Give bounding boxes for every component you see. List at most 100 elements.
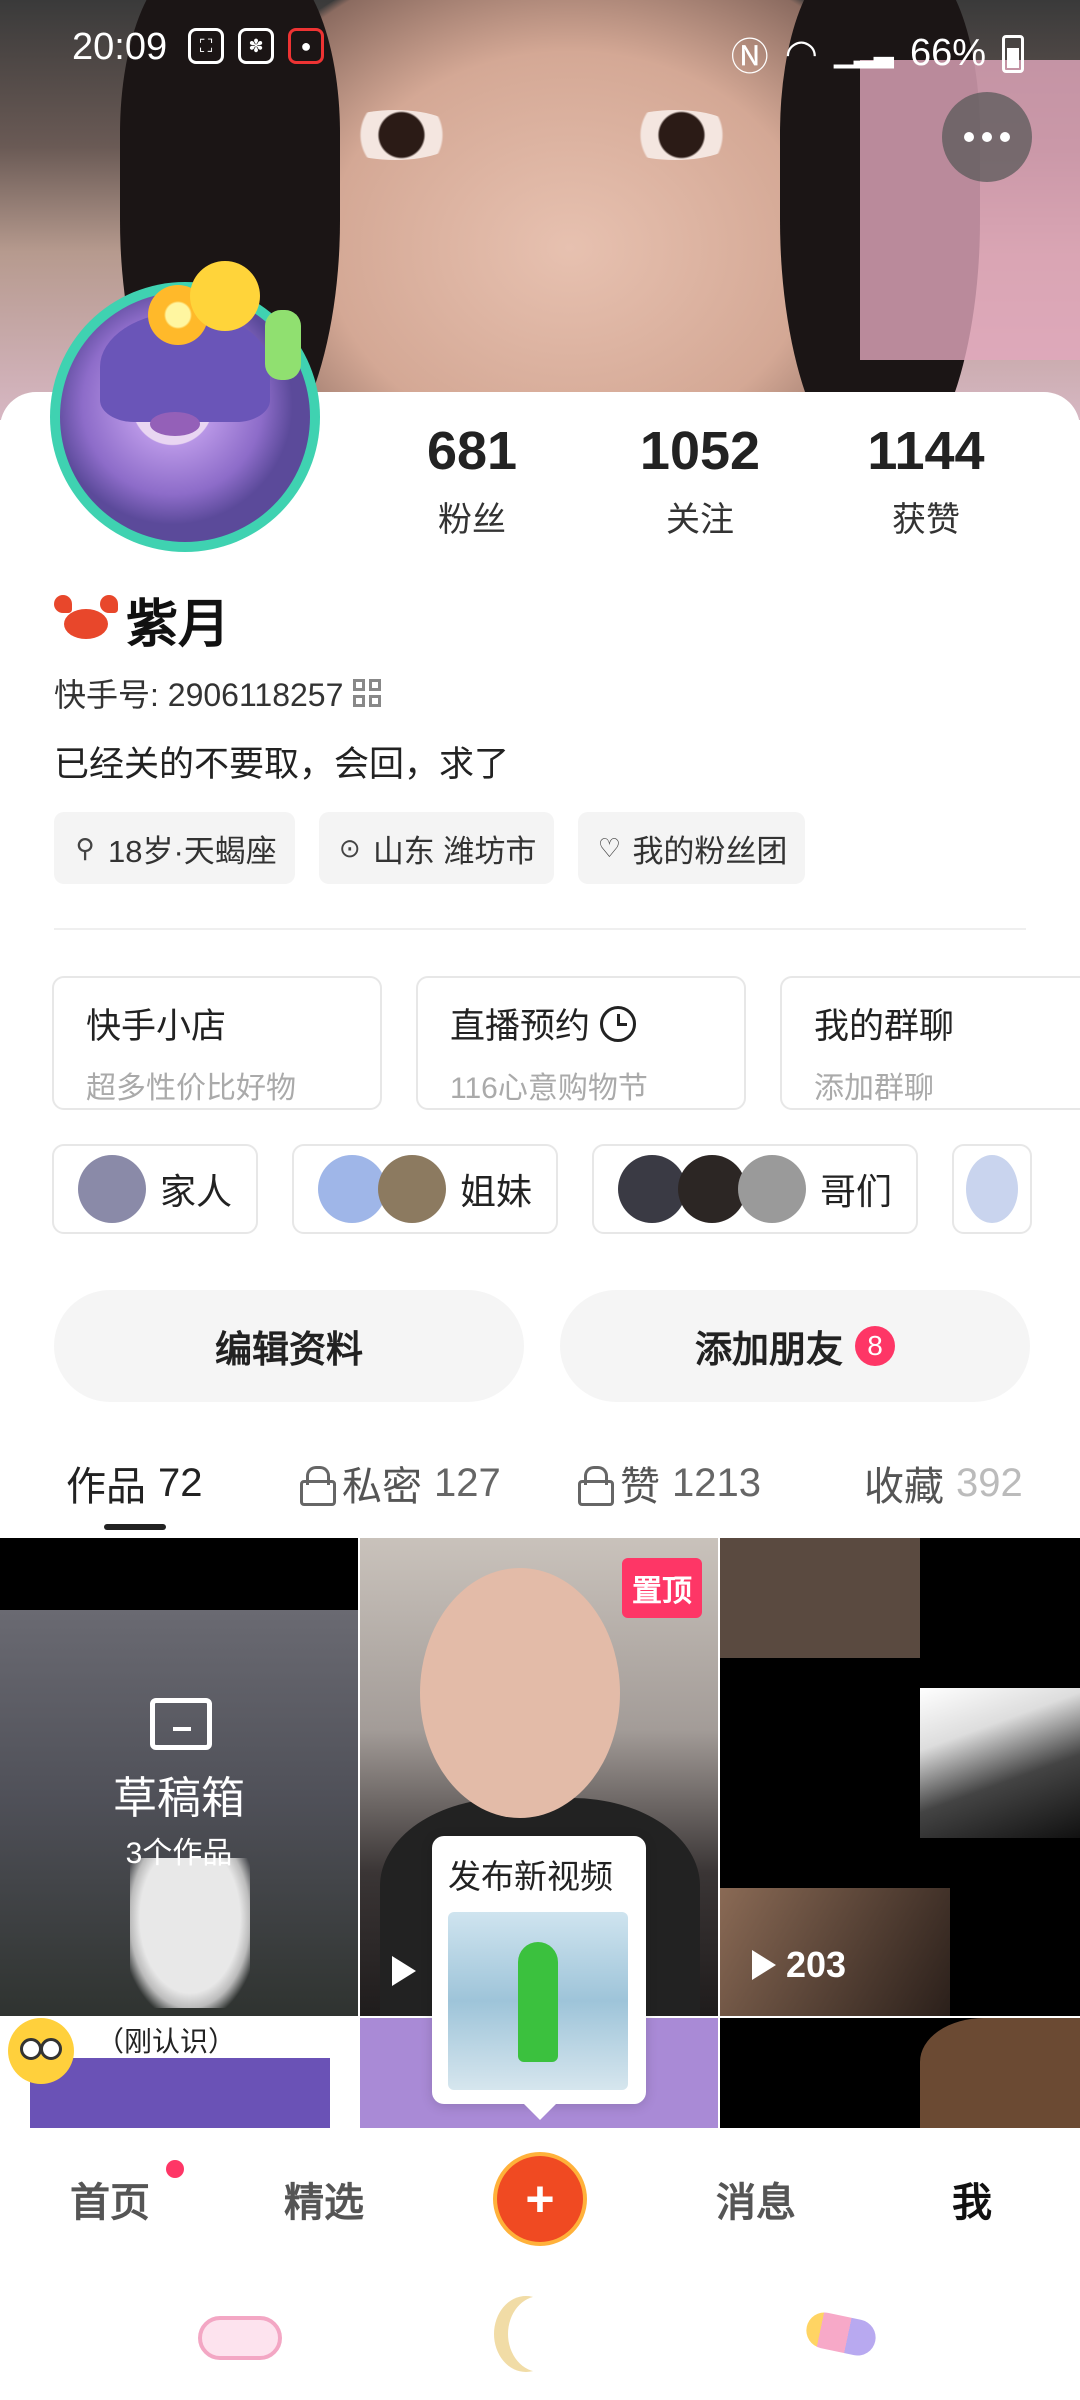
group-label: 家人 [160,1171,233,1212]
battery-icon [1002,34,1024,73]
group-avatars [318,1155,447,1223]
tab-works[interactable]: 作品 72 [66,1454,203,1512]
nav-messages[interactable]: 消息 [716,2170,796,2228]
drafts-thumbnail [130,1858,250,2008]
nav-home[interactable]: 首页 [70,2170,150,2228]
tag-text: 我的粉丝团 [632,833,788,869]
kuaishou-id-row[interactable]: 快手号: 2906118257 [54,670,382,716]
divider [54,928,1026,930]
name-row: 紫月 [54,582,230,657]
group-brothers[interactable]: 哥们 [592,1144,919,1234]
entry-title: 快手小店 [86,1007,227,1046]
folder-icon [150,1698,212,1750]
nav-featured[interactable]: 精选 [284,2170,364,2228]
profile-actions: 编辑资料 添加朋友 8 [54,1290,1030,1402]
popsicle-icon [265,310,301,380]
bottom-navigation: 首页 精选 + 消息 我 [0,2128,1080,2264]
tooltip-thumbnail [448,1912,628,2090]
entry-title: 直播预约 [450,1007,591,1046]
record-icon: ● [288,28,324,64]
video-thumbnail[interactable]: （刚认识） [0,2018,358,2128]
play-count [392,1956,416,1986]
stat-likes[interactable]: 1144 获赞 [826,420,1026,541]
tab-count: 1213 [672,1460,761,1505]
entry-title-row: 直播预约 [450,998,712,1049]
thumbnail-image [720,1538,920,1658]
more-dot-icon [1000,132,1010,142]
kuaishou-id: 快手号: 2906118257 [54,677,344,713]
more-dot-icon [964,132,974,142]
add-friend-button[interactable]: 添加朋友 8 [560,1290,1030,1402]
stat-following[interactable]: 1052 关注 [600,420,800,541]
entry-subtitle: 添加群聊 [814,1072,934,1105]
tab-count: 392 [956,1460,1023,1505]
friend-groups: 家人 姐妹 哥们 [52,1144,1033,1234]
fan-club-icon: ♡ [597,833,622,863]
lock-icon [578,1466,614,1506]
tab-count: 127 [434,1460,501,1505]
wifi-icon: ◠ [784,33,818,75]
qr-code-icon[interactable] [353,679,382,707]
drafts-box[interactable]: 草稿箱 3个作品 [0,1538,358,2016]
stat-followers[interactable]: 681 粉丝 [372,420,572,541]
duck-icon [190,261,260,331]
tag-text: 18岁·天蝎座 [108,833,277,869]
status-time: 20:09 [72,26,168,68]
crab-icon [54,594,118,645]
lock-icon [300,1466,336,1506]
nav-me[interactable]: 我 [952,2170,992,2228]
group-more[interactable] [952,1144,1033,1234]
avatar-pendant [130,255,310,380]
thumbnail-image [920,1688,1080,1838]
edit-profile-label: 编辑资料 [215,1329,363,1370]
entry-subtitle: 超多性价比好物 [86,1072,296,1105]
tab-favorites[interactable]: 收藏 392 [864,1454,1023,1512]
shooting-star-icon[interactable] [803,2309,879,2359]
alarm-clock-icon [600,1005,637,1042]
moon-icon[interactable] [508,2296,572,2372]
video-thumbnail[interactable] [720,2018,1080,2128]
more-options-button[interactable] [942,92,1032,182]
stat-label: 关注 [666,501,734,539]
nfc-icon: Ⓝ [730,37,769,79]
status-notification-icons: ⛶ ✽ ● [188,28,324,64]
tab-liked[interactable]: 赞 1213 [578,1454,761,1512]
feature-entries: 快手小店 超多性价比好物 直播预约 116心意购物节 我的群聊 添加群聊 [52,976,1080,1110]
entry-shop[interactable]: 快手小店 超多性价比好物 [52,976,382,1110]
stat-label: 粉丝 [438,501,506,539]
profile-bio: 已经关的不要取，会回，求了 [54,745,510,784]
video-thumbnail[interactable]: 203 [720,1538,1080,2016]
group-family[interactable]: 家人 [52,1144,259,1234]
thumbnail-image [920,2018,1080,2128]
stat-value: 1144 [867,421,985,481]
create-button[interactable]: + [497,2156,583,2242]
publish-new-video-tooltip[interactable]: 发布新视频 [432,1836,646,2120]
tab-private[interactable]: 私密 127 [300,1454,501,1512]
tab-label: 收藏 [864,1465,944,1509]
drafts-count: 3个作品 [125,1837,233,1870]
entry-group-chat[interactable]: 我的群聊 添加群聊 [780,976,1080,1110]
add-friend-badge: 8 [855,1326,895,1366]
system-navigation-bar [0,2264,1080,2400]
group-avatars [618,1155,807,1223]
entry-live-reservation[interactable]: 直播预约 116心意购物节 [416,976,746,1110]
screenshot-icon: ⛶ [188,28,224,64]
play-count: 203 [752,1944,846,1986]
group-label: 哥们 [820,1171,893,1212]
more-dot-icon [982,132,992,142]
cloud-icon[interactable] [198,2316,282,2360]
group-sisters[interactable]: 姐妹 [292,1144,559,1234]
signal-icon: ▁▂▃ [833,38,894,68]
pinned-badge: 置顶 [622,1558,702,1618]
tag-fan-club[interactable]: ♡ 我的粉丝团 [578,812,806,884]
thumbnail-caption: （刚认识） [96,2026,237,2057]
stat-label: 获赞 [892,501,960,539]
group-avatar [618,1155,687,1223]
play-icon [752,1950,776,1980]
edit-profile-button[interactable]: 编辑资料 [54,1290,524,1402]
tooltip-title: 发布新视频 [448,1858,613,1895]
location-pin-icon: ⊙ [338,833,361,863]
group-label: 姐妹 [460,1171,533,1212]
profile-tags: ⚲ 18岁·天蝎座 ⊙ 山东 潍坊市 ♡ 我的粉丝团 [54,812,806,884]
group-avatar [78,1155,146,1223]
